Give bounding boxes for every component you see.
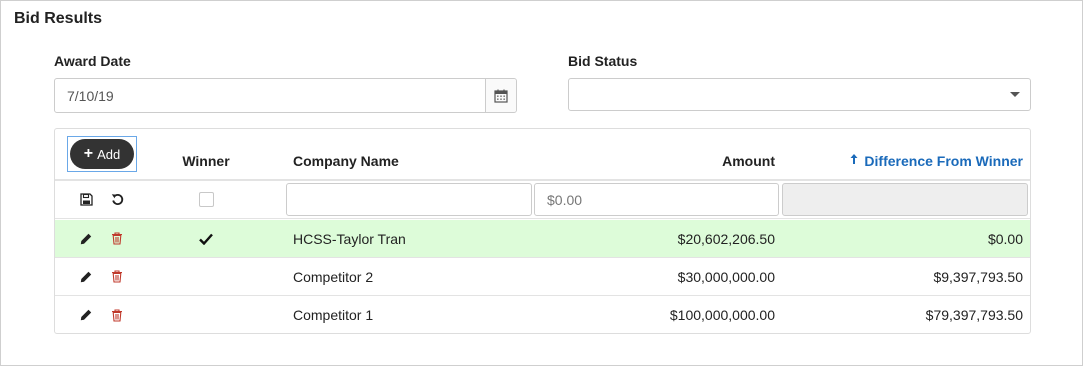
header-difference-label: Difference From Winner	[864, 152, 1023, 169]
header-difference-from-winner[interactable]: Difference From Winner	[782, 129, 1023, 179]
difference-cell: $79,397,793.50	[925, 307, 1023, 323]
trash-icon[interactable]	[108, 258, 126, 295]
trash-icon[interactable]	[108, 296, 126, 333]
add-button-label: Add	[97, 146, 121, 162]
difference-input	[782, 183, 1028, 216]
header-amount[interactable]: Amount	[535, 129, 775, 179]
award-date-input[interactable]	[55, 79, 485, 112]
difference-cell: $0.00	[987, 230, 1023, 247]
pencil-icon[interactable]	[77, 220, 95, 257]
table-row: Competitor 1 $100,000,000.00 $79,397,793…	[55, 296, 1030, 333]
difference-cell: $9,397,793.50	[933, 268, 1023, 285]
header-company-name[interactable]: Company Name	[293, 129, 533, 179]
bid-status-select[interactable]	[568, 78, 1031, 111]
new-bid-row	[55, 181, 1030, 219]
pencil-icon[interactable]	[77, 258, 95, 295]
amount-cell: $30,000,000.00	[677, 268, 775, 285]
company-name-cell: Competitor 2	[293, 268, 374, 285]
company-name-input[interactable]	[286, 183, 532, 216]
winner-cell	[175, 181, 237, 218]
winner-checkbox[interactable]	[198, 192, 214, 207]
add-button-focus-ring: + Add	[67, 136, 137, 172]
bid-status-label: Bid Status	[568, 53, 638, 69]
undo-icon[interactable]	[108, 181, 126, 218]
calendar-button[interactable]	[485, 79, 516, 112]
checkmark-icon	[175, 220, 237, 257]
trash-icon[interactable]	[108, 220, 126, 257]
table-row: HCSS-Taylor Tran $20,602,206.50 $0.00	[55, 220, 1030, 258]
floppy-disk-icon[interactable]	[77, 181, 95, 218]
plus-icon: +	[83, 145, 94, 162]
bid-results-panel: Bid Results Award Date Bid Status	[0, 0, 1083, 366]
amount-input[interactable]	[534, 183, 779, 216]
grid-header-row: + Add Winner Company Name Amount Differe…	[55, 129, 1030, 181]
calendar-icon	[494, 89, 508, 103]
chevron-down-icon	[1010, 92, 1020, 97]
amount-cell: $20,602,206.50	[677, 230, 775, 247]
header-winner[interactable]: Winner	[175, 129, 237, 179]
arrow-up-icon	[850, 154, 858, 167]
company-name-cell: HCSS-Taylor Tran	[293, 230, 406, 247]
award-date-label: Award Date	[54, 53, 131, 69]
bid-results-grid: + Add Winner Company Name Amount Differe…	[54, 128, 1031, 334]
award-date-field	[54, 78, 517, 113]
table-row: Competitor 2 $30,000,000.00 $9,397,793.5…	[55, 258, 1030, 296]
amount-cell: $100,000,000.00	[669, 307, 775, 323]
company-name-cell: Competitor 1	[293, 307, 374, 323]
panel-title: Bid Results	[14, 10, 103, 27]
pencil-icon[interactable]	[77, 296, 95, 333]
add-button[interactable]: + Add	[70, 139, 134, 169]
